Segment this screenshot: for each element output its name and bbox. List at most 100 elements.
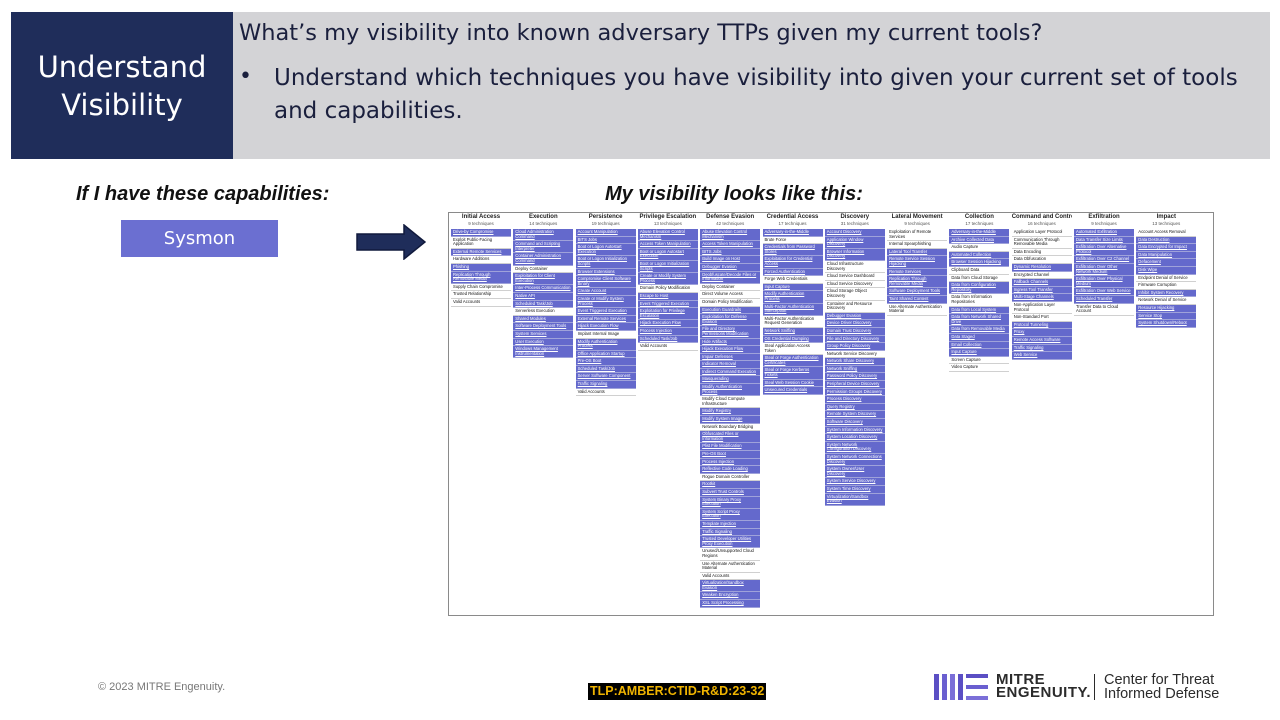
tactic-column: Credential Access 17 techniques Adversary-… xyxy=(762,213,823,395)
section-title-box: Understand Visibility xyxy=(11,12,233,159)
tactic-technique-count: 13 techniques xyxy=(1152,221,1181,226)
technique-cell-visible: Data from Removable Media xyxy=(949,326,1010,334)
technique-cell-visible: Drive-by Compromise xyxy=(451,229,511,237)
technique-cell-visible: Abuse Elevation Control Mechanism xyxy=(700,229,761,242)
technique-cell-visible: Query Registry xyxy=(824,403,885,412)
technique-cell-not-visible: Cloud Service Discovery xyxy=(824,280,885,289)
technique-cell-not-visible: Forge Web Credentials xyxy=(762,276,823,284)
technique-cell-not-visible: Cloud Service Dashboard xyxy=(824,273,885,281)
technique-cell-not-visible: Trusted Relationship xyxy=(451,291,511,299)
technique-cell-visible: System Location Discovery xyxy=(824,434,885,442)
capability-sysmon: Sysmon xyxy=(121,220,278,257)
technique-cell-visible: Input Capture xyxy=(949,349,1010,357)
technique-cell-visible: Credentials from Password Stores xyxy=(762,244,823,257)
tactic-column: Exfiltration 9 techniques Automated Exfilt… xyxy=(1074,213,1134,316)
technique-cell-visible: Indirect Command Execution xyxy=(700,368,761,377)
technique-cell-visible: Data from Configuration Repository xyxy=(949,282,1010,295)
tactic-name: Impact xyxy=(1156,214,1176,220)
technique-cell-visible: Process Injection xyxy=(700,458,761,467)
technique-cell-not-visible: Modify Cloud Compute Infrastructure xyxy=(700,396,761,409)
technique-cell-visible: Group Policy Discovery xyxy=(824,343,885,351)
tactic-column: Discovery 31 techniques Account Discovery A… xyxy=(824,213,885,506)
technique-cell-not-visible: Account Access Removal xyxy=(1136,229,1197,237)
technique-cell-visible: Traffic Signaling xyxy=(700,528,761,537)
technique-cell-visible: Multi-Stage Channels xyxy=(1011,294,1072,302)
tactic-name: Lateral Movement xyxy=(891,214,943,220)
technique-cell-visible: Exploitation for Credential Access xyxy=(762,256,823,269)
logo-mitre-engenuity: MITRE ENGENUITY. xyxy=(996,672,1092,701)
technique-cell-not-visible: Audio Capture xyxy=(949,244,1010,252)
technique-cell-visible: External Remote Services xyxy=(575,315,636,324)
technique-cell-visible: Phishing xyxy=(451,263,511,272)
technique-cell-visible: Build Image on Host xyxy=(700,256,761,264)
technique-cell-visible: Exploitation for Privilege Escalation xyxy=(637,308,698,321)
technique-cell-visible: Data Manipulation xyxy=(1136,251,1197,260)
technique-cell-visible: Remote Service Session Hijacking xyxy=(887,256,948,269)
technique-cell-visible: Steal or Forge Kerberos Tickets xyxy=(762,367,823,380)
technique-cell-visible: File and Directory Permissions Modificat… xyxy=(700,326,761,339)
tactic-column: Defense Evasion 42 techniques Abuse Elevat… xyxy=(700,213,761,608)
technique-cell-visible: Lateral Tool Transfer xyxy=(887,248,948,257)
tactic-header: Execution 14 techniques xyxy=(513,213,573,229)
technique-cell-visible: Inter-Process Communication xyxy=(513,285,574,293)
technique-cell-not-visible: Firmware Corruption xyxy=(1136,282,1197,290)
technique-cell-visible: Archive Collected Data xyxy=(949,236,1010,245)
technique-cell-visible: Scheduled Task/Job xyxy=(637,335,698,344)
technique-cell-visible: Forced Authentication xyxy=(762,268,823,277)
technique-cell-visible: Hijack Execution Flow xyxy=(637,320,698,328)
technique-cell-visible: Modify Authentication Process xyxy=(575,338,636,351)
technique-cell-not-visible: Data from Cloud Storage xyxy=(949,274,1010,283)
tactic-name: Discovery xyxy=(840,214,870,220)
technique-cell-not-visible: Communication Through Removable Media xyxy=(1011,236,1072,249)
technique-cell-visible: Access Token Manipulation xyxy=(637,241,698,249)
visibility-label: My visibility looks like this: xyxy=(605,183,863,205)
technique-cell-visible: Cloud Administration Command xyxy=(513,229,574,242)
technique-cell-visible: Subvert Trust Controls xyxy=(700,488,761,497)
technique-cell-visible: System Services xyxy=(513,330,574,339)
technique-cell-visible: Adversary-in-the-Middle xyxy=(949,229,1010,237)
technique-cell-not-visible: Deploy Container xyxy=(513,265,574,274)
technique-cell-not-visible: Non-Application Layer Protocol xyxy=(1011,301,1072,315)
technique-cell-visible: Data Destruction xyxy=(1136,236,1197,245)
technique-cell-visible: Network Sniffing xyxy=(824,365,885,374)
technique-cell-visible: System Service Discovery xyxy=(824,478,885,486)
tactic-technique-count: 31 techniques xyxy=(840,221,869,226)
technique-cell-visible: Boot or Logon Autostart Execution xyxy=(575,244,636,257)
logo-divider xyxy=(1094,674,1095,700)
technique-cell-visible: System Time Discovery xyxy=(824,485,885,494)
technique-cell-not-visible: Exploit Public-Facing Application xyxy=(451,236,511,249)
technique-cell-visible: System Script Proxy Execution xyxy=(700,508,761,521)
tactic-column: Initial Access 9 techniques Drive-by Compr… xyxy=(451,213,511,307)
logo-mitre-line2: ENGENUITY. xyxy=(996,684,1092,701)
technique-cell-not-visible: Application Layer Protocol xyxy=(1011,229,1072,237)
technique-cell-visible: Exfiltration Over C2 Channel xyxy=(1074,256,1134,264)
technique-cell-visible: Pre-OS Boot xyxy=(575,358,636,366)
technique-cell-visible: Virtualization/Sandbox Evasion xyxy=(700,580,761,593)
technique-cell-visible: Boot or Logon Autostart Execution xyxy=(637,248,698,261)
technique-cell-visible: Create Account xyxy=(575,288,636,296)
tactic-column: Impact 13 techniques Account Access Remova… xyxy=(1136,213,1197,328)
technique-cell-visible: Exfiltration Over Alternative Protocol xyxy=(1074,244,1134,257)
technique-cell-visible: Data Staged xyxy=(949,333,1010,342)
tactic-header: Persistence 19 techniques xyxy=(576,213,636,229)
technique-cell-visible: System Binary Proxy Execution xyxy=(700,496,761,509)
tactic-header: Credential Access 17 techniques xyxy=(763,213,823,229)
technique-cell-not-visible: Data from Information Repositories xyxy=(949,294,1010,307)
technique-cell-visible: Indicator Removal xyxy=(700,361,761,369)
tlp-label: TLP:AMBER:CTID-R&D:23-32 xyxy=(588,683,767,700)
technique-cell-not-visible: Use Alternate Authentication Material xyxy=(887,303,948,316)
technique-cell-visible: Execution Guardrails xyxy=(700,306,761,315)
bullet-text: Understand which techniques you have vis… xyxy=(274,65,1238,124)
technique-cell-visible: Office Application Startup xyxy=(575,350,636,359)
technique-cell-not-visible: Brute Force xyxy=(762,236,823,245)
tactic-header: Impact 13 techniques xyxy=(1136,213,1196,229)
technique-cell-visible: Hide Artifacts xyxy=(700,338,761,347)
technique-cell-visible: Native API xyxy=(513,292,574,301)
tactic-name: Collection xyxy=(964,214,994,220)
tactic-column: Command and Control 16 techniques Applicat… xyxy=(1011,213,1072,360)
tactic-column: Privilege Escalation 13 techniques Abuse E… xyxy=(637,213,698,351)
technique-cell-visible: Scheduled Task/Job xyxy=(513,300,574,309)
tactic-technique-count: 19 techniques xyxy=(591,221,620,226)
tactic-name: Privilege Escalation xyxy=(639,214,697,220)
technique-cell-visible: Software Discovery xyxy=(824,419,885,427)
